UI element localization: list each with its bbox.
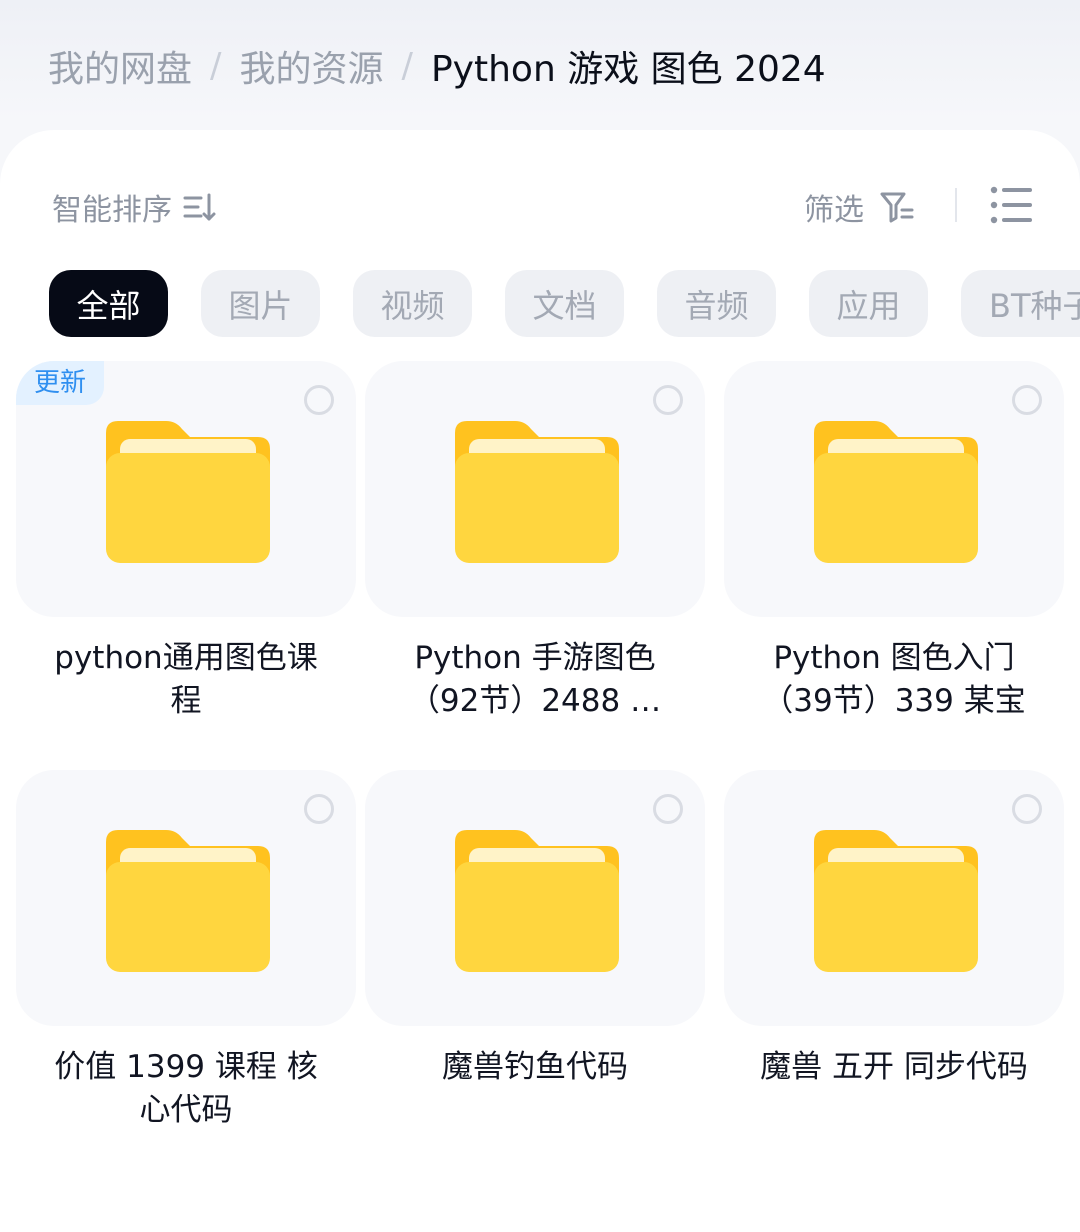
folder-item[interactable]: Python 图色入门（39节）339 某宝: [724, 361, 1064, 723]
folder-icon: [814, 830, 978, 972]
folder-item[interactable]: 价值 1399 课程 核心代码: [16, 770, 356, 1132]
sort-label: 智能排序: [52, 193, 172, 228]
folder-name: 价值 1399 课程 核心代码: [54, 1049, 318, 1128]
file-browser-panel: 智能排序 筛选 全部 图片 视频 文档 音频 应用 BT种子 更新 python…: [0, 130, 1080, 1232]
breadcrumb-current-folder: Python 游戏 图色 2024: [430, 49, 826, 90]
chip-audio[interactable]: 音频: [657, 270, 776, 337]
filter-label: 筛选: [804, 193, 864, 228]
folder-item[interactable]: 魔兽钓鱼代码: [365, 770, 705, 1132]
select-checkbox[interactable]: [1012, 385, 1042, 415]
list-view-icon[interactable]: [988, 182, 1034, 228]
folder-item[interactable]: Python 手游图色（92节）2488 …: [365, 361, 705, 723]
folder-thumbnail[interactable]: [365, 361, 705, 617]
breadcrumb-my-resources[interactable]: 我的资源: [239, 40, 383, 92]
chip-apps[interactable]: 应用: [809, 270, 928, 337]
select-checkbox[interactable]: [1012, 794, 1042, 824]
select-checkbox[interactable]: [653, 794, 683, 824]
folder-item[interactable]: 魔兽 五开 同步代码: [724, 770, 1064, 1132]
chip-all[interactable]: 全部: [49, 270, 168, 337]
chip-bt-torrents[interactable]: BT种子: [961, 270, 1080, 337]
category-chips: 全部 图片 视频 文档 音频 应用 BT种子: [49, 270, 1080, 337]
folder-icon: [814, 421, 978, 563]
folder-thumbnail[interactable]: [724, 770, 1064, 1026]
chip-documents[interactable]: 文档: [505, 270, 624, 337]
folder-name: 魔兽钓鱼代码: [442, 1049, 628, 1085]
folder-name: python通用图色课程: [54, 640, 318, 719]
toolbar-divider: [955, 188, 957, 222]
folder-icon: [106, 830, 270, 972]
select-checkbox[interactable]: [304, 794, 334, 824]
breadcrumb-my-drive[interactable]: 我的网盘: [48, 40, 192, 92]
folder-name: 魔兽 五开 同步代码: [760, 1049, 1028, 1085]
chip-images[interactable]: 图片: [201, 270, 320, 337]
updated-badge: 更新: [16, 361, 105, 405]
folder-thumbnail[interactable]: [724, 361, 1064, 617]
folder-item[interactable]: 更新 python通用图色课程: [16, 361, 356, 723]
filter-icon: [880, 192, 914, 223]
folder-name: Python 图色入门（39节）339 某宝: [762, 640, 1026, 719]
select-checkbox[interactable]: [653, 385, 683, 415]
breadcrumb: 我的网盘 / 我的资源 / Python 游戏 图色 2024: [48, 36, 826, 96]
folder-thumbnail[interactable]: [16, 770, 356, 1026]
folder-name: Python 手游图色（92节）2488 …: [408, 640, 662, 719]
filter-button[interactable]: 筛选: [804, 182, 916, 232]
folder-icon: [106, 421, 270, 563]
select-checkbox[interactable]: [304, 385, 334, 415]
breadcrumb-separator: /: [401, 46, 413, 86]
chip-videos[interactable]: 视频: [353, 270, 472, 337]
folder-icon: [455, 421, 619, 563]
folder-icon: [455, 830, 619, 972]
folder-thumbnail[interactable]: [365, 770, 705, 1026]
sort-button[interactable]: 智能排序: [52, 182, 218, 232]
sort-icon: [183, 193, 216, 221]
folder-thumbnail[interactable]: 更新: [16, 361, 356, 617]
breadcrumb-separator: /: [210, 46, 222, 86]
